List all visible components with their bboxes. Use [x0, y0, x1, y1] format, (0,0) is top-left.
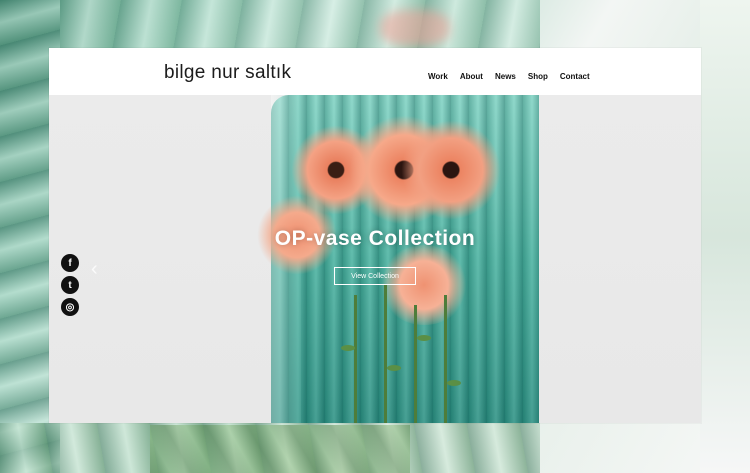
view-collection-button[interactable]: View Collection — [334, 267, 416, 285]
slideshow-prev-arrow[interactable]: ‹ — [91, 258, 98, 281]
flower-leaf — [447, 380, 461, 386]
flower-stem — [354, 295, 357, 423]
nav-item-contact[interactable]: Contact — [560, 72, 590, 81]
page-card: bilge nur saltık Work About News Shop Co… — [49, 48, 701, 423]
flower-image — [379, 245, 469, 325]
nav-item-work[interactable]: Work — [428, 72, 448, 81]
flower-stem — [444, 295, 447, 423]
nav-item-news[interactable]: News — [495, 72, 516, 81]
social-bar: f t ◎ — [61, 254, 79, 316]
site-header: bilge nur saltık Work About News Shop Co… — [49, 48, 701, 95]
hero-title: OP-vase Collection — [274, 227, 476, 250]
flower-leaf — [341, 345, 355, 351]
background-flower — [380, 10, 450, 46]
flower-leaf — [387, 365, 401, 371]
background-leaves — [150, 425, 410, 473]
facebook-icon[interactable]: f — [61, 254, 79, 272]
flower-leaf — [417, 335, 431, 341]
site-logo[interactable]: bilge nur saltık — [164, 62, 291, 84]
background-right — [700, 0, 750, 473]
main-nav: Work About News Shop Contact — [428, 72, 602, 81]
flower-stem — [414, 305, 417, 423]
nav-item-about[interactable]: About — [460, 72, 483, 81]
twitter-icon[interactable]: t — [61, 276, 79, 294]
flower-image — [401, 120, 501, 220]
instagram-icon[interactable]: ◎ — [61, 298, 79, 316]
nav-item-shop[interactable]: Shop — [528, 72, 548, 81]
hero-slideshow: ‹ OP-vase Collection View Collection — [49, 95, 701, 423]
background-glass-top — [60, 0, 540, 48]
flower-stem — [384, 285, 387, 423]
